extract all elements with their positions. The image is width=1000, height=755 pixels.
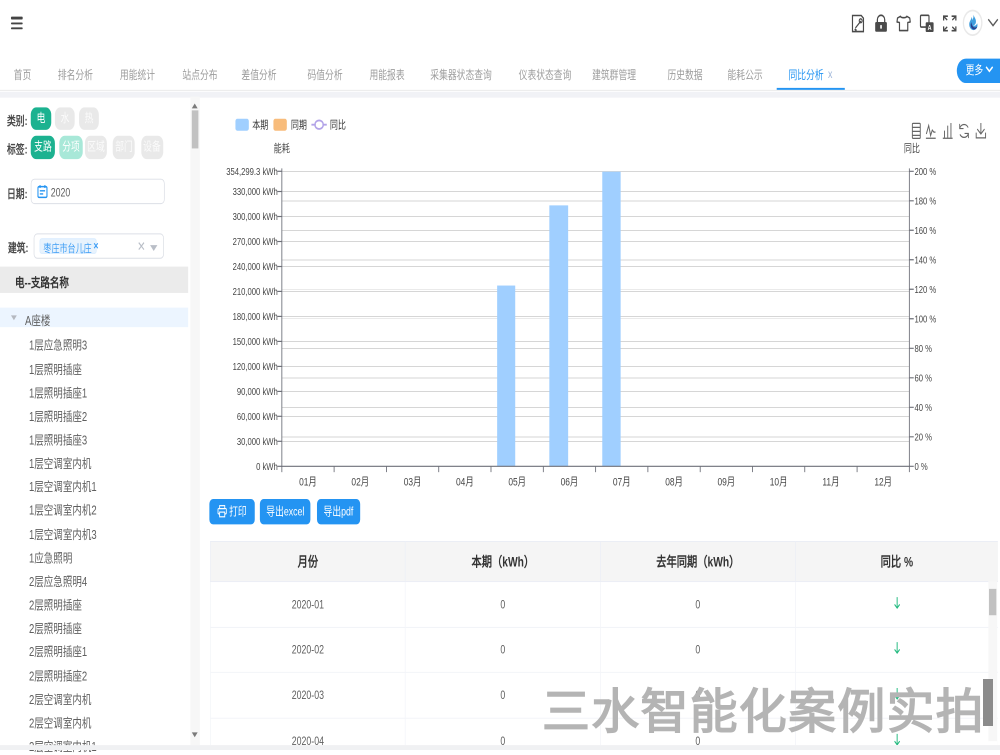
svg-text:180,000 kWh: 180,000 kWh: [233, 311, 278, 322]
svg-text:04月: 04月: [456, 475, 474, 489]
svg-text:240,000 kWh: 240,000 kWh: [233, 261, 278, 272]
svg-text:270,000 kWh: 270,000 kWh: [233, 236, 278, 247]
svg-text:10月: 10月: [770, 475, 788, 489]
svg-text:03月: 03月: [404, 475, 422, 489]
svg-text:同比: 同比: [330, 119, 346, 133]
svg-text:80 %: 80 %: [915, 343, 932, 354]
svg-text:本期: 本期: [252, 119, 268, 133]
svg-text:能耗: 能耗: [274, 142, 291, 156]
svg-text:100 %: 100 %: [915, 314, 937, 325]
svg-text:60 %: 60 %: [915, 373, 932, 384]
svg-text:330,000 kWh: 330,000 kWh: [233, 186, 278, 197]
svg-text:140 %: 140 %: [915, 255, 937, 266]
svg-text:120 %: 120 %: [915, 284, 937, 295]
svg-text:11月: 11月: [823, 475, 840, 489]
svg-text:0 kWh: 0 kWh: [256, 461, 278, 472]
svg-text:同比: 同比: [904, 142, 920, 156]
svg-text:60,000 kWh: 60,000 kWh: [237, 411, 278, 422]
svg-text:210,000 kWh: 210,000 kWh: [233, 286, 278, 297]
svg-text:40 %: 40 %: [915, 402, 932, 413]
svg-text:180 %: 180 %: [915, 196, 937, 207]
svg-text:200 %: 200 %: [915, 166, 937, 177]
svg-text:09月: 09月: [718, 475, 736, 489]
svg-text:01月: 01月: [299, 475, 317, 489]
svg-text:0 %: 0 %: [915, 461, 928, 472]
svg-text:06月: 06月: [561, 475, 579, 489]
svg-text:05月: 05月: [508, 475, 526, 489]
svg-text:20 %: 20 %: [915, 432, 932, 443]
svg-text:同期: 同期: [291, 120, 307, 132]
svg-text:12月: 12月: [874, 475, 892, 489]
svg-text:120,000 kWh: 120,000 kWh: [233, 361, 278, 372]
svg-text:354,299.3 kWh: 354,299.3 kWh: [226, 166, 278, 177]
svg-text:90,000 kWh: 90,000 kWh: [237, 386, 278, 397]
svg-text:08月: 08月: [665, 475, 683, 489]
svg-text:150,000 kWh: 150,000 kWh: [233, 336, 278, 347]
svg-text:300,000 kWh: 300,000 kWh: [233, 211, 278, 222]
svg-text:30,000 kWh: 30,000 kWh: [237, 436, 278, 447]
svg-text:02月: 02月: [352, 475, 370, 489]
svg-text:A: A: [928, 24, 932, 32]
svg-text:160 %: 160 %: [915, 225, 937, 236]
svg-text:07月: 07月: [613, 475, 631, 489]
